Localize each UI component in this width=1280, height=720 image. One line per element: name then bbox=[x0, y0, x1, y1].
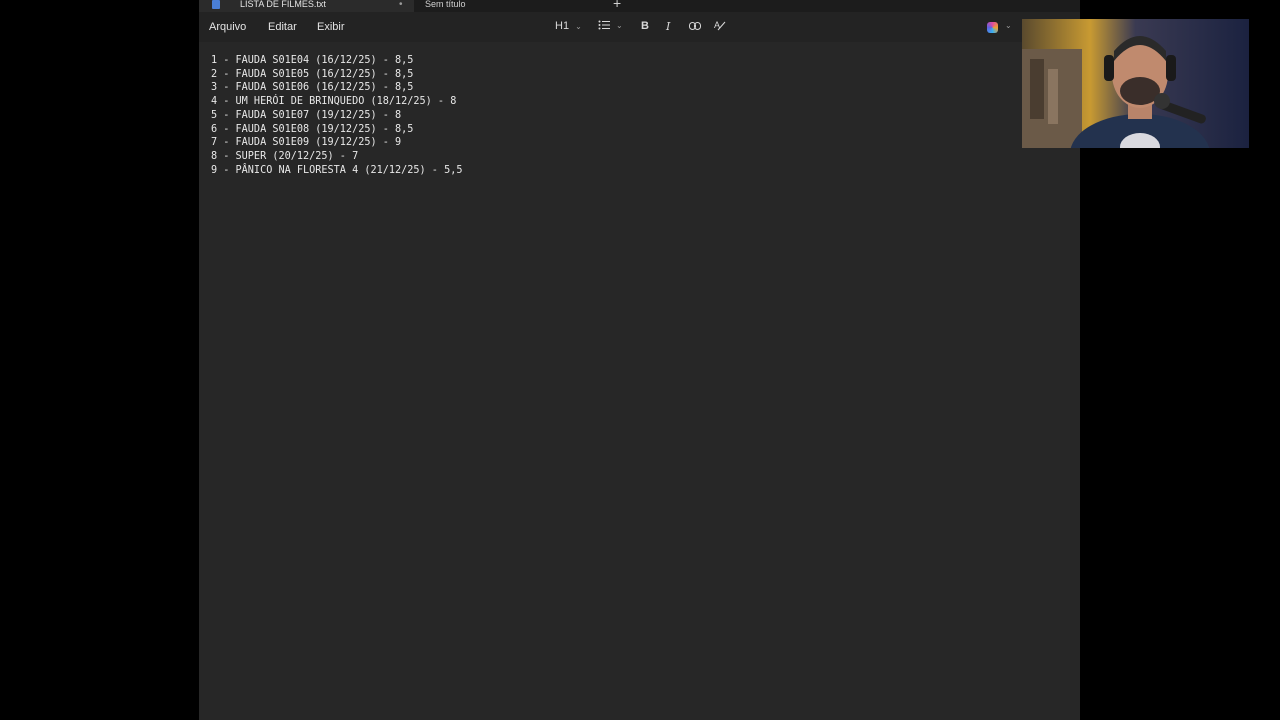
webcam-overlay bbox=[1022, 19, 1249, 148]
chevron-down-icon: ⌄ bbox=[575, 21, 582, 31]
copilot-icon[interactable] bbox=[987, 22, 998, 33]
link-icon bbox=[689, 22, 701, 30]
notepad-window: LISTA DE FILMES.txt • Sem título + Arqui… bbox=[199, 0, 1080, 720]
unsaved-dot-icon[interactable]: • bbox=[399, 0, 403, 10]
menu-bar: Arquivo Editar Exibir H1 ⌄ ⌄ B I A ⌄ bbox=[199, 12, 1080, 42]
tab-sem-titulo[interactable]: Sem título bbox=[414, 0, 599, 12]
document-line: 9 - PÂNICO NA FLORESTA 4 (21/12/25) - 5,… bbox=[211, 164, 463, 176]
menu-editar[interactable]: Editar bbox=[268, 21, 297, 33]
tab-lista-de-filmes[interactable]: LISTA DE FILMES.txt • bbox=[199, 0, 414, 12]
document-line: 2 - FAUDA S01E05 (16/12/25) - 8,5 bbox=[211, 68, 414, 80]
tab-label: Sem título bbox=[425, 0, 466, 9]
document-line: 6 - FAUDA S01E08 (19/12/25) - 8,5 bbox=[211, 123, 414, 135]
add-tab-button[interactable]: + bbox=[613, 0, 621, 10]
document-line: 4 - UM HERÓI DE BRINQUEDO (18/12/25) - 8 bbox=[211, 96, 457, 108]
chevron-down-icon[interactable]: ⌄ bbox=[1005, 21, 1012, 30]
document-line: 1 - FAUDA S01E04 (16/12/25) - 8,5 bbox=[211, 55, 414, 66]
heading-label: H1 bbox=[555, 20, 570, 32]
list-dropdown[interactable]: ⌄ bbox=[598, 20, 623, 30]
document-line: 8 - SUPER (20/12/25) - 7 bbox=[211, 150, 359, 162]
document-line: 7 - FAUDA S01E09 (19/12/25) - 9 bbox=[211, 137, 402, 149]
italic-button[interactable]: I bbox=[666, 20, 670, 33]
document-line: 3 - FAUDA S01E06 (16/12/25) - 8,5 bbox=[211, 82, 414, 94]
clear-formatting-button[interactable]: A bbox=[714, 20, 726, 31]
file-icon bbox=[212, 0, 220, 9]
clear-formatting-icon: A bbox=[714, 20, 726, 31]
chevron-down-icon: ⌄ bbox=[616, 20, 623, 30]
text-editor[interactable]: 1 - FAUDA S01E04 (16/12/25) - 8,5 2 - FA… bbox=[211, 54, 462, 177]
tab-label: LISTA DE FILMES.txt bbox=[240, 0, 326, 9]
document-line: 5 - FAUDA S01E07 (19/12/25) - 8 bbox=[211, 109, 402, 121]
link-button[interactable] bbox=[689, 22, 701, 30]
bold-button[interactable]: B bbox=[641, 20, 649, 32]
list-icon bbox=[598, 20, 610, 30]
menu-arquivo[interactable]: Arquivo bbox=[209, 21, 246, 33]
tab-bar: LISTA DE FILMES.txt • Sem título + bbox=[199, 0, 1080, 12]
menu-exibir[interactable]: Exibir bbox=[317, 21, 345, 33]
heading-dropdown[interactable]: H1 ⌄ bbox=[555, 20, 582, 32]
